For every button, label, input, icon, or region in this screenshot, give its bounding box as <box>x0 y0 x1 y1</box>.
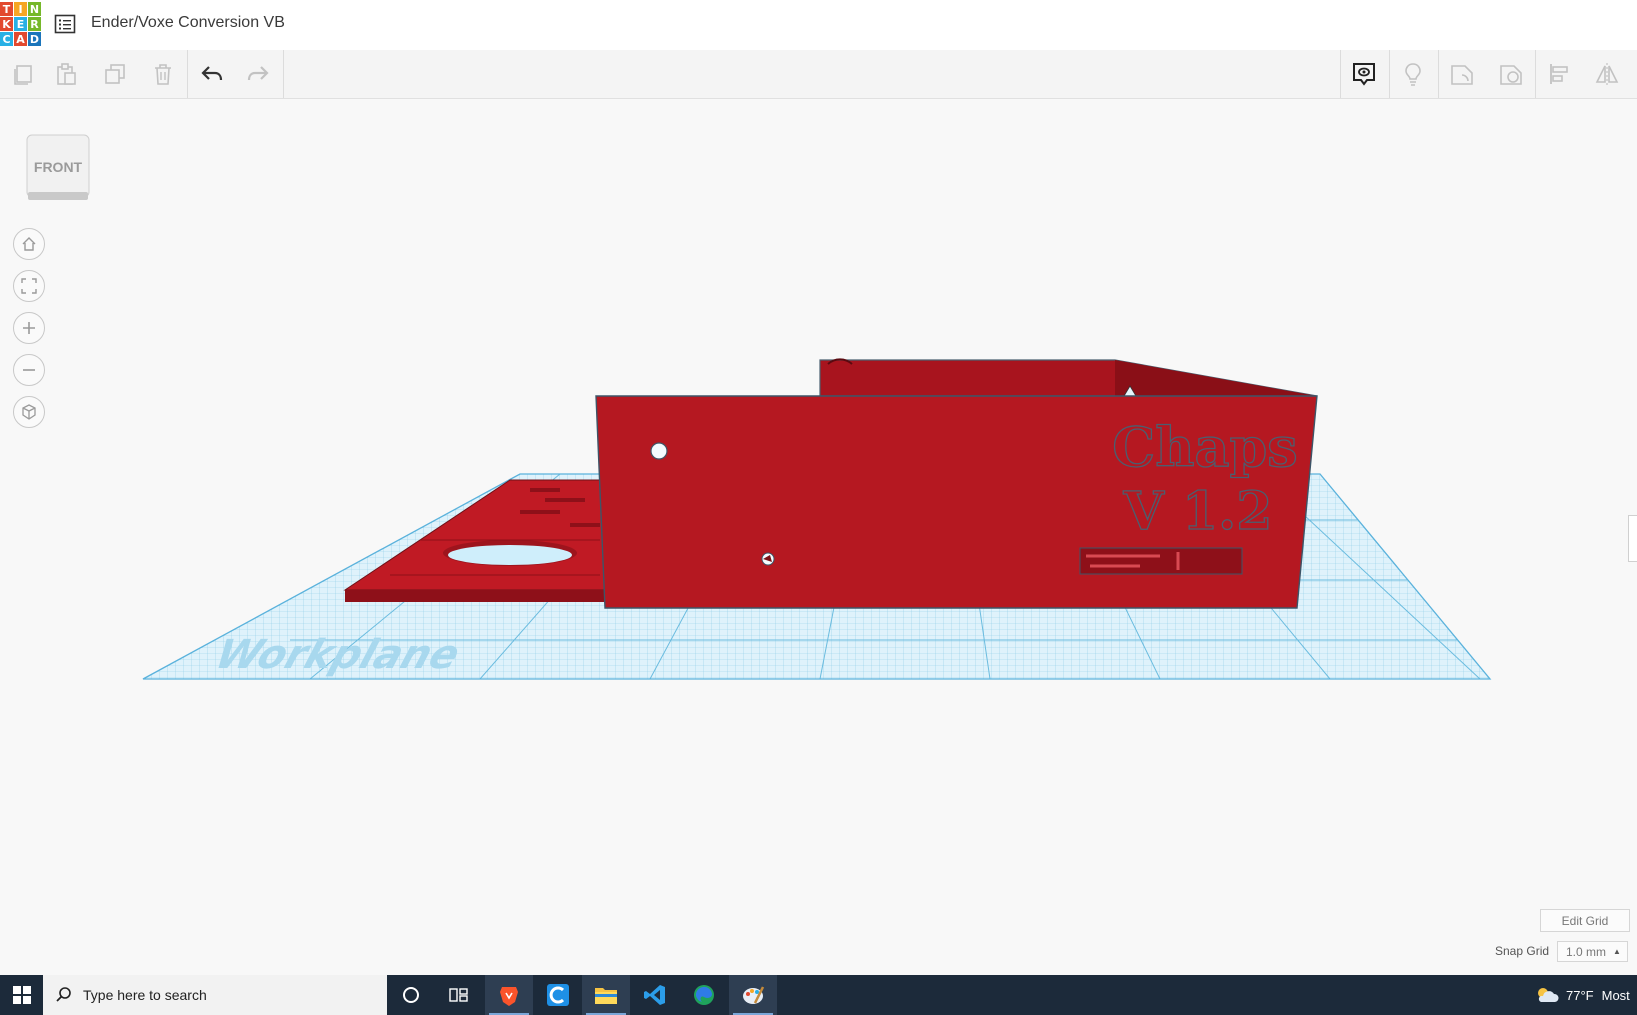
taskbar-c-app[interactable] <box>534 975 582 1015</box>
logo-letter: N <box>28 2 41 16</box>
workplane-label: Workplane <box>210 631 466 678</box>
search-icon <box>56 987 71 1002</box>
taskbar-edge[interactable] <box>680 975 728 1015</box>
undo-icon[interactable] <box>189 50 235 98</box>
windows-taskbar: Type here to search 77°F Most <box>0 975 1637 1015</box>
snap-grid-select[interactable]: 1.0 mm ▲ <box>1557 941 1628 962</box>
paste-icon[interactable] <box>43 50 89 98</box>
zoom-in-button[interactable] <box>13 312 45 344</box>
group-icon[interactable] <box>1439 50 1485 98</box>
logo-letter: C <box>0 32 13 46</box>
notes-icon[interactable] <box>1341 50 1387 98</box>
edit-grid-button[interactable]: Edit Grid <box>1540 909 1630 932</box>
model-text-version: V 1.2 <box>1123 481 1273 542</box>
side-panel-toggle[interactable] <box>1628 515 1637 562</box>
3d-viewport[interactable]: Workplane Chaps V 1.2 FRONT <box>0 98 1637 975</box>
logo-letter: R <box>28 17 41 31</box>
logo-letter: I <box>14 2 27 16</box>
document-title[interactable]: Ender/Voxe Conversion VB <box>91 14 285 32</box>
vscode-icon <box>644 985 665 1005</box>
align-icon[interactable] <box>1536 50 1582 98</box>
zoom-out-button[interactable] <box>13 354 45 386</box>
palette-icon <box>743 986 765 1004</box>
search-placeholder: Type here to search <box>83 987 207 1003</box>
logo-letter: K <box>0 17 13 31</box>
fit-view-icon <box>21 278 37 294</box>
perspective-toggle-button[interactable] <box>13 396 45 428</box>
taskbar-brave-browser[interactable] <box>485 975 533 1015</box>
copy-icon[interactable] <box>0 50 46 98</box>
taskbar-vscode[interactable] <box>631 975 679 1015</box>
c-app-icon <box>547 984 569 1006</box>
snap-grid-label: Snap Grid <box>1495 944 1550 958</box>
home-icon <box>22 237 36 251</box>
minus-icon <box>23 369 35 371</box>
model-text-chaps: Chaps <box>1112 415 1297 479</box>
cube-icon <box>22 404 36 420</box>
duplicate-icon[interactable] <box>92 50 138 98</box>
task-view-icon <box>449 988 468 1002</box>
taskbar-search-box[interactable]: Type here to search <box>43 975 387 1015</box>
taskbar-file-explorer[interactable] <box>582 975 630 1015</box>
box-back-wall[interactable] <box>819 358 1318 397</box>
logo-letter: D <box>28 32 41 46</box>
windows-start-button[interactable] <box>0 975 43 1015</box>
weather-description: Most <box>1601 987 1630 1003</box>
windows-logo-icon <box>12 986 31 1004</box>
logo-letter: E <box>14 17 27 31</box>
taskbar-paint-app[interactable] <box>729 975 777 1015</box>
cloud-sun-icon <box>1538 988 1559 1002</box>
app-header: T I N K E R C A D Ender/Voxe Conversion … <box>0 0 1637 51</box>
cortana-button[interactable] <box>387 975 435 1015</box>
delete-icon[interactable] <box>140 50 186 98</box>
weather-widget[interactable]: 77°F Most <box>1535 975 1630 1015</box>
view-cube[interactable]: FRONT <box>26 134 90 200</box>
lightbulb-icon[interactable] <box>1390 50 1436 98</box>
brave-lion-icon <box>500 987 518 1006</box>
weather-temperature: 77°F <box>1566 987 1594 1003</box>
ungroup-icon[interactable] <box>1488 50 1534 98</box>
cortana-icon <box>403 987 419 1003</box>
edit-toolbar <box>0 50 1637 99</box>
fit-view-button[interactable] <box>13 270 45 302</box>
folder-icon <box>595 988 617 1004</box>
task-view-button[interactable] <box>435 975 483 1015</box>
design-list-menu-icon[interactable] <box>54 13 76 35</box>
caret-up-icon: ▲ <box>1613 947 1621 956</box>
mirror-icon[interactable] <box>1584 50 1630 98</box>
redo-icon[interactable] <box>235 50 281 98</box>
box-front-wall[interactable]: Chaps V 1.2 <box>595 395 1318 609</box>
plus-icon <box>23 322 35 334</box>
view-cube-face-label: FRONT <box>34 159 83 175</box>
edge-icon <box>694 985 714 1005</box>
scene-canvas[interactable]: Workplane Chaps V 1.2 <box>0 98 1637 975</box>
logo-letter: A <box>14 32 27 46</box>
snap-grid-value: 1.0 mm <box>1566 944 1607 959</box>
home-view-button[interactable] <box>13 228 45 260</box>
logo-letter: T <box>0 2 13 16</box>
tinkercad-logo[interactable]: T I N K E R C A D <box>0 2 41 47</box>
